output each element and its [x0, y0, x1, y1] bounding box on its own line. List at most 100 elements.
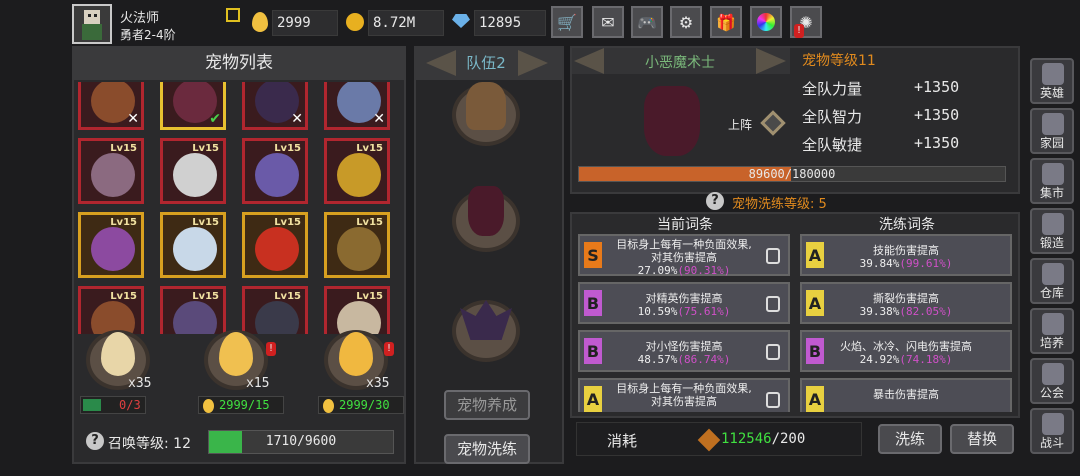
replace-button[interactable]: 替换 [950, 424, 1014, 454]
refine-stone-icon [697, 428, 721, 452]
refine-button[interactable]: 洗练 [878, 424, 942, 454]
settings-button[interactable]: ⚙ [670, 6, 702, 38]
pet-grid-slot[interactable]: Lv15 [78, 286, 144, 334]
help-icon[interactable]: ? [86, 432, 104, 450]
attr-max: (82.05%) [899, 305, 953, 318]
attr-max: (75.61%) [677, 305, 731, 318]
cost-value: 112546/200 [721, 431, 805, 447]
side-menu-label: 锻造 [1039, 236, 1064, 250]
side-menu-helmet[interactable]: 英雄 [1030, 58, 1074, 104]
gem-count: 12895 [474, 10, 546, 36]
player-name: 火法师 [120, 11, 160, 26]
side-menu-chest[interactable]: 仓库 [1030, 258, 1074, 304]
pet-grid-slot[interactable]: ✕ [242, 82, 308, 130]
team-title: 队伍2 [466, 54, 506, 72]
attr-max: (74.18%) [899, 353, 953, 366]
attr-max: (90.31%) [677, 264, 731, 277]
gift-icon: 🎁 [716, 12, 736, 32]
side-menu-anvil[interactable]: 锻造 [1030, 208, 1074, 254]
current-attr-row[interactable]: A 目标身上每有一种负面效果, 对其伤害提高 [578, 378, 790, 412]
summon-progress-bar: 1710/9600 [208, 430, 394, 454]
helmet-icon [1042, 63, 1064, 85]
egg-cost-2[interactable]: 2999/15 [198, 396, 284, 414]
new-attr-row[interactable]: A 技能伤害提高 39.84%(99.61%) [800, 234, 1012, 276]
new-attr-row[interactable]: A 撕裂伤害提高 39.38%(82.05%) [800, 282, 1012, 324]
pet-refine-button[interactable]: 宠物洗练 [444, 434, 530, 464]
pet-sprite-icon [337, 227, 381, 271]
golden-egg-icon [339, 332, 373, 376]
shop-icon [1042, 163, 1064, 185]
pet-grid-slot[interactable]: ✕ [78, 82, 144, 130]
pet-exp-bar: 89600/180000 [578, 166, 1006, 182]
attr-value: 39.84% [859, 257, 900, 270]
lock-icon[interactable] [766, 248, 780, 264]
attr-desc: 暴击伤害提高 [873, 388, 939, 401]
current-attr-row[interactable]: B 对精英伤害提高 10.59%(75.61%) [578, 282, 790, 324]
pet-grid-slot[interactable]: Lv15 [160, 138, 226, 204]
attr-desc: 技能伤害提高 [873, 244, 939, 257]
pet-grid-slot[interactable]: Lv15 [324, 212, 390, 278]
cross-icon: ✕ [373, 111, 385, 127]
color-wheel-button[interactable] [750, 6, 782, 38]
lock-icon[interactable] [766, 392, 780, 408]
new-attr-row[interactable]: B 火焰、冰冷、闪电伤害提高 24.92%(74.18%) [800, 330, 1012, 372]
side-menu-portal[interactable]: 战斗 [1030, 408, 1074, 454]
gamepad-icon: 🎮 [637, 12, 657, 32]
shop-cart-button[interactable]: 🛒 [551, 6, 583, 38]
deploy-label: 上阵 [728, 118, 753, 132]
help-icon[interactable]: ? [706, 192, 724, 210]
gift-button[interactable]: 🎁 [710, 6, 742, 38]
egg-count-3: x35 [366, 376, 390, 391]
pet-grid-slot[interactable]: ✔ [160, 82, 226, 130]
pet-grid-slot[interactable]: ✕ [324, 82, 390, 130]
gamepad-button[interactable]: 🎮 [631, 6, 663, 38]
attr-max: (86.74%) [677, 353, 731, 366]
team-slot-1[interactable] [452, 82, 520, 146]
edit-icon[interactable] [226, 8, 240, 22]
team-slot-2[interactable] [452, 186, 520, 252]
attr-value-line: 24.92%(74.18%) [826, 353, 986, 366]
pet-grid-slot[interactable]: Lv15 [242, 138, 308, 204]
treant-pet-icon [466, 82, 506, 130]
side-menu-house[interactable]: 家园 [1030, 108, 1074, 154]
egg-count-2: x15 [246, 376, 270, 391]
mail-button[interactable]: ✉ [592, 6, 624, 38]
attr-desc: 对精英伤害提高 [645, 292, 723, 305]
grade-badge-icon: S [584, 242, 602, 268]
golden-egg-icon [219, 332, 253, 376]
side-menu-label: 培养 [1039, 336, 1064, 350]
side-menu-label: 英雄 [1039, 86, 1064, 100]
pet-grid-slot[interactable]: Lv15 [160, 286, 226, 334]
pet-grid-slot[interactable]: Lv15 [242, 212, 308, 278]
pet-grid-slot[interactable]: Lv15 [324, 286, 390, 334]
pet-train-button[interactable]: 宠物养成 [444, 390, 530, 420]
pet-grid-slot[interactable]: Lv15 [78, 138, 144, 204]
lock-icon[interactable] [766, 296, 780, 312]
current-attr-row[interactable]: B 对小怪伤害提高 48.57%(86.74%) [578, 330, 790, 372]
top-bar: 火法师 勇者2-4阶 2999 8.72M 12895 🛒 ✉ 🎮 ⚙ 🎁 ✺ … [0, 0, 1080, 46]
attr-value: 10.59% [637, 305, 678, 318]
egg-cost-3[interactable]: 2999/30 [318, 396, 404, 414]
gear-icon: ⚙ [678, 12, 694, 32]
side-menu-shop[interactable]: 集市 [1030, 158, 1074, 204]
current-attr-row[interactable]: S 目标身上每有一种负面效果, 对其伤害提高 27.09%(90.31%) [578, 234, 790, 277]
pet-level: 宠物等级11 [802, 53, 876, 69]
side-menu-wizard[interactable]: 培养 [1030, 308, 1074, 354]
lock-icon[interactable] [766, 344, 780, 360]
pet-grid-slot[interactable]: Lv15 [160, 212, 226, 278]
egg-currency-icon [252, 12, 268, 32]
new-attr-row[interactable]: A 暴击伤害提高 [800, 378, 1012, 412]
side-menu-guild[interactable]: 公会 [1030, 358, 1074, 404]
attr-value: 39.38% [859, 305, 900, 318]
pet-grid-slot[interactable]: Lv15 [78, 212, 144, 278]
pet-level-badge: Lv15 [192, 143, 219, 154]
pet-grid-slot[interactable]: Lv15 [324, 138, 390, 204]
stat-value: +1350 [914, 78, 960, 96]
egg-cost-1[interactable]: 0/3 [80, 396, 146, 414]
cross-icon: ✕ [127, 111, 139, 127]
player-avatar[interactable] [72, 4, 112, 44]
pet-grid-slot[interactable]: Lv15 [242, 286, 308, 334]
attr-value-line: 48.57%(86.74%) [604, 353, 764, 366]
pet-level-badge: Lv15 [110, 291, 137, 302]
team-slot-3[interactable] [452, 300, 520, 362]
